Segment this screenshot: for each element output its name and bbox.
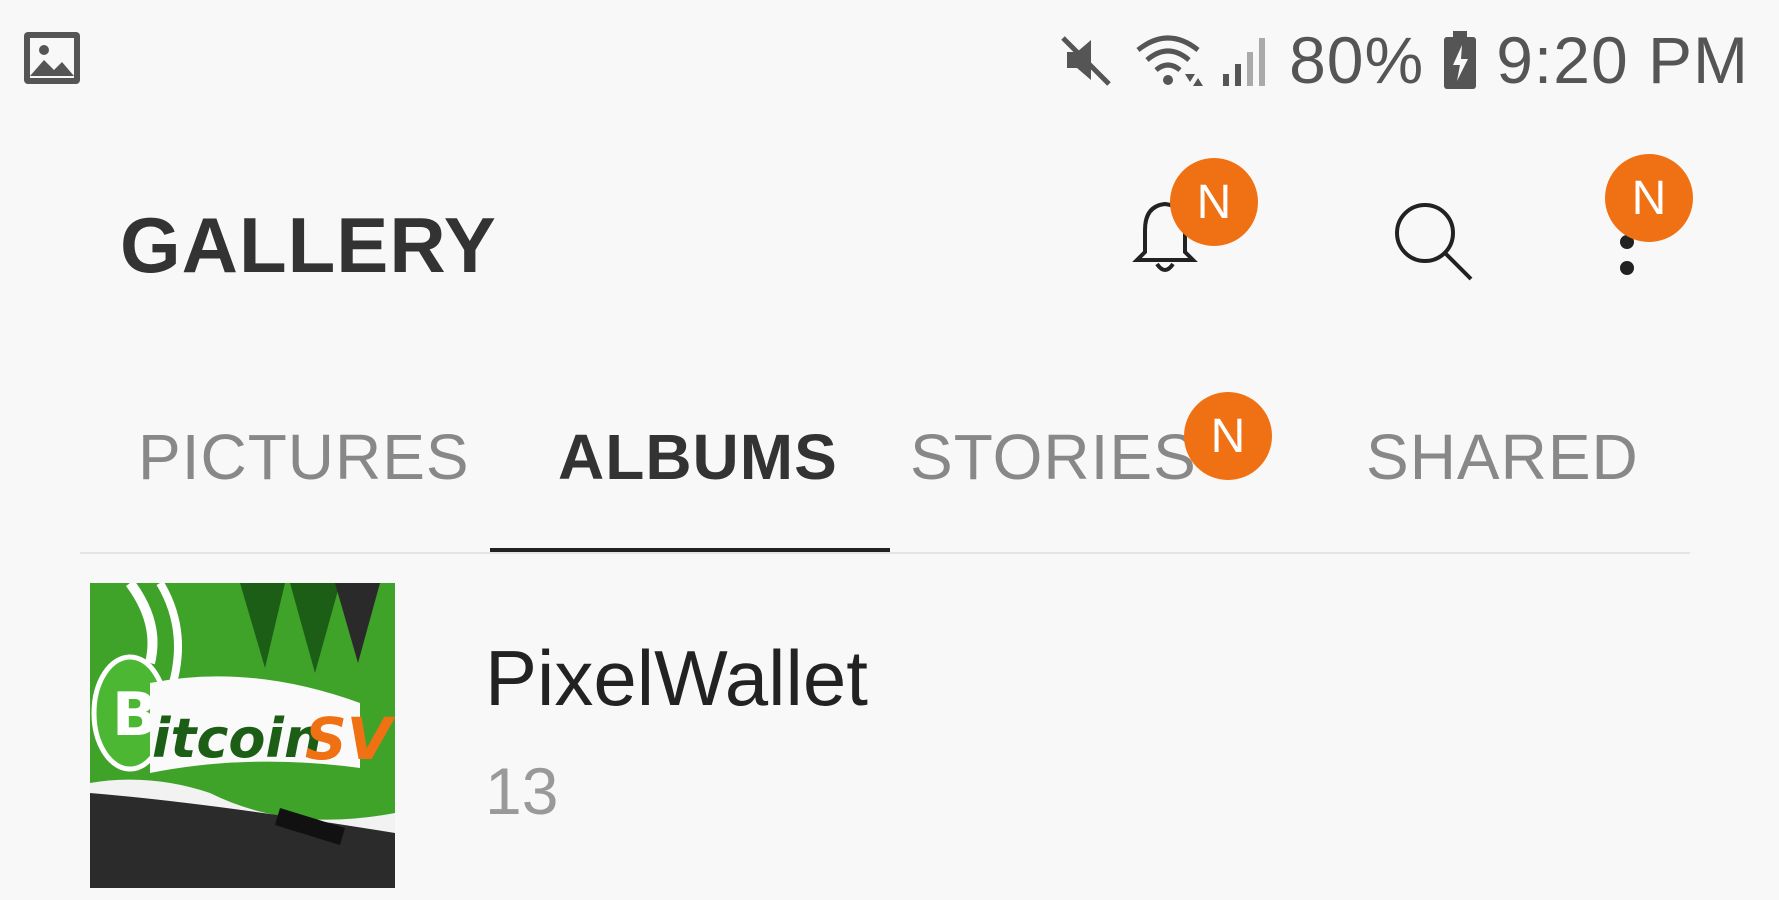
svg-text:SV: SV xyxy=(305,705,395,773)
stories-badge: N xyxy=(1184,392,1272,480)
album-thumbnail: B itcoin SV xyxy=(90,583,395,888)
tab-stories[interactable]: STORIES xyxy=(910,420,1197,494)
more-vert-icon xyxy=(1605,235,1665,284)
notifications-button[interactable]: N xyxy=(1125,158,1258,290)
clock: 9:20 PM xyxy=(1496,23,1749,97)
more-options-button[interactable]: N xyxy=(1605,154,1705,290)
battery-charging-icon xyxy=(1442,29,1478,91)
tab-divider xyxy=(80,552,1690,554)
status-bar: 80% 9:20 PM xyxy=(0,0,1779,115)
album-name: PixelWallet xyxy=(485,634,868,722)
tab-shared[interactable]: SHARED xyxy=(1366,420,1639,494)
tab-pictures[interactable]: PICTURES xyxy=(138,420,470,494)
album-item[interactable]: B itcoin SV PixelWallet 13 xyxy=(90,583,1690,888)
album-count: 13 xyxy=(485,754,559,828)
signal-icon xyxy=(1221,30,1271,90)
tab-bar: PICTURES ALBUMS STORIES N SHARED xyxy=(0,392,1779,560)
bell-icon xyxy=(1125,201,1205,284)
battery-percentage: 80% xyxy=(1289,23,1425,97)
search-button[interactable] xyxy=(1385,195,1485,295)
page-title: GALLERY xyxy=(120,201,497,289)
search-icon xyxy=(1385,203,1485,289)
gallery-notification-icon xyxy=(22,30,82,86)
svg-text:itcoin: itcoin xyxy=(152,707,322,770)
mute-icon xyxy=(1055,30,1115,90)
more-options-badge: N xyxy=(1605,154,1693,242)
wifi-icon xyxy=(1133,30,1204,90)
tab-albums[interactable]: ALBUMS xyxy=(558,420,838,494)
notification-badge: N xyxy=(1170,158,1258,246)
